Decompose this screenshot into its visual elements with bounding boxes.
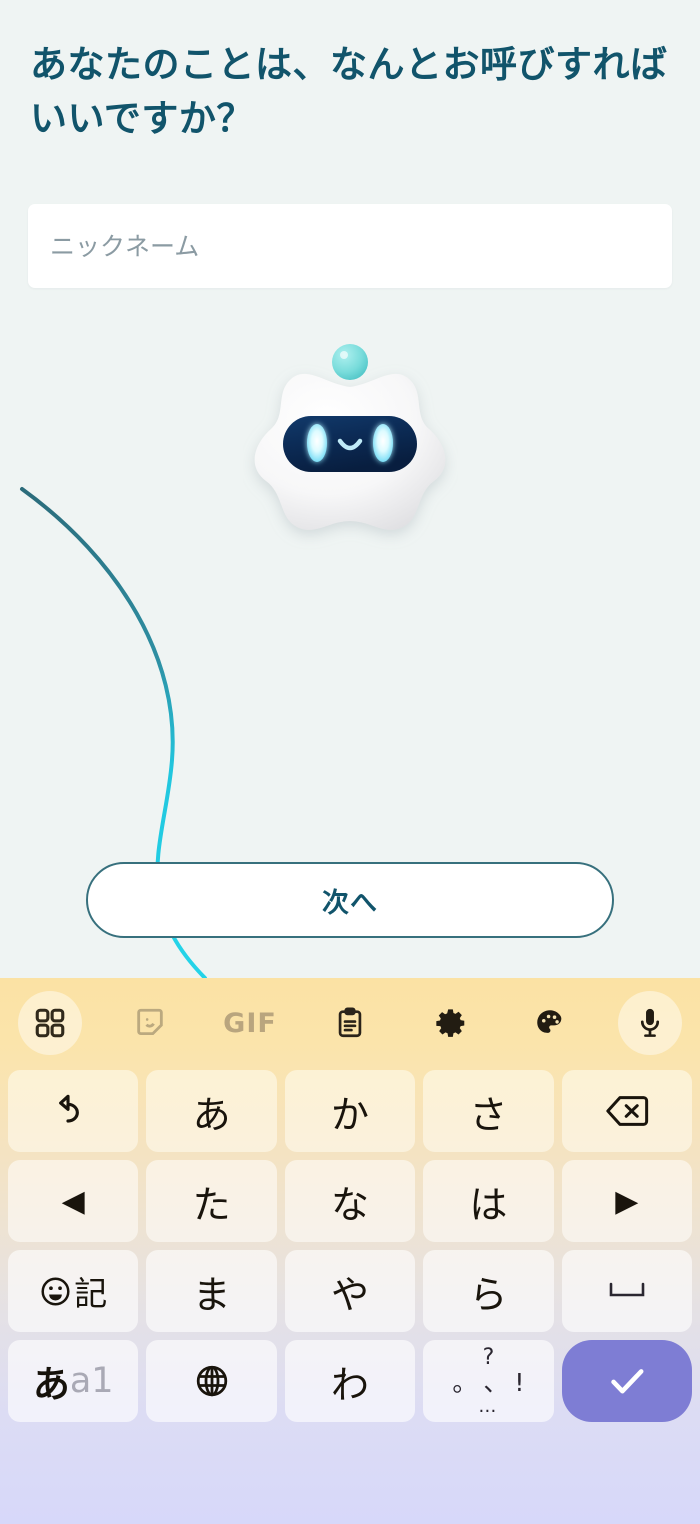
mascot-eye-right (373, 424, 393, 462)
mascot-visor (283, 416, 417, 472)
check-icon (604, 1358, 650, 1404)
keyboard-toolbar: GIF (0, 978, 700, 1068)
key-punct-dots: … (478, 1395, 499, 1417)
key-ya[interactable]: や (284, 1250, 416, 1332)
gear-icon-glyph (434, 1007, 467, 1040)
key-ma[interactable]: ま (146, 1250, 277, 1332)
key-punctuation[interactable]: ? 。 、 ! … (423, 1340, 554, 1422)
key-punct-maru: 。 (452, 1367, 478, 1397)
clipboard-icon-glyph (333, 1006, 367, 1040)
robot-mascot (243, 335, 458, 570)
key-punct-middle: 。 、 ! (452, 1370, 524, 1395)
palette-icon[interactable] (500, 978, 600, 1068)
key-input-mode-en: a1 (69, 1361, 114, 1401)
sticker-icon[interactable] (100, 978, 200, 1068)
key-punct-bang: ! (514, 1367, 525, 1397)
gif-icon[interactable]: GIF (200, 978, 300, 1068)
key-wa[interactable]: わ (284, 1340, 416, 1422)
next-button[interactable]: 次へ (86, 862, 614, 938)
undo-icon (53, 1091, 93, 1131)
key-enter[interactable] (561, 1340, 693, 1422)
grid-icon[interactable] (0, 978, 100, 1068)
key-punct-ten: 、 (483, 1367, 509, 1397)
key-ka[interactable]: か (284, 1070, 416, 1152)
gear-icon[interactable] (400, 978, 500, 1068)
software-keyboard: GIF あ か さ ◀ た な は ▶ 記 ま や ら あ a1 わ ? 。 、… (0, 978, 700, 1524)
key-cursor-right[interactable]: ▶ (561, 1160, 693, 1242)
key-sa[interactable]: さ (423, 1070, 554, 1152)
key-space[interactable] (561, 1250, 693, 1332)
key-ra[interactable]: ら (423, 1250, 554, 1332)
backspace-icon (605, 1091, 649, 1131)
nickname-input[interactable] (28, 204, 672, 288)
keyboard-row-3: 記 ま や ら (0, 1250, 700, 1332)
key-emoji-symbol[interactable]: 記 (8, 1250, 139, 1332)
app-screen: あなたのことは、なんとお呼びすればいいですか？ ニックネーム 次へ (0, 0, 700, 978)
microphone-icon[interactable] (600, 978, 700, 1068)
key-ha[interactable]: は (423, 1160, 554, 1242)
keyboard-row-1: あ か さ (0, 1070, 700, 1152)
gif-label: GIF (223, 1007, 277, 1039)
page-title: あなたのことは、なんとお呼びすればいいですか？ (30, 43, 668, 140)
key-na[interactable]: な (284, 1160, 416, 1242)
keyboard-row-4: あ a1 わ ? 。 、 ! … (0, 1340, 700, 1422)
sticker-icon-glyph (133, 1006, 167, 1040)
key-language[interactable] (146, 1340, 277, 1422)
palette-icon-glyph (533, 1006, 567, 1040)
clipboard-icon[interactable] (300, 978, 400, 1068)
globe-icon (194, 1363, 230, 1399)
key-input-mode-ja: あ (32, 1363, 70, 1406)
smiley-icon (39, 1275, 72, 1308)
key-backspace[interactable] (561, 1070, 693, 1152)
space-icon (605, 1278, 649, 1304)
key-a[interactable]: あ (146, 1070, 277, 1152)
antenna-dot (332, 344, 368, 380)
microphone-icon-glyph (633, 1006, 667, 1040)
keyboard-row-2: ◀ た な は ▶ (0, 1160, 700, 1242)
grid-icon-glyph (33, 1006, 67, 1040)
key-emoji-symbol-label: 記 (74, 1274, 108, 1313)
key-undo[interactable] (8, 1070, 139, 1152)
key-input-mode[interactable]: あ a1 (8, 1340, 139, 1422)
mascot-eye-left (307, 424, 327, 462)
key-punct-question: ? (482, 1344, 495, 1370)
key-ta[interactable]: た (146, 1160, 277, 1242)
key-cursor-left[interactable]: ◀ (8, 1160, 139, 1242)
